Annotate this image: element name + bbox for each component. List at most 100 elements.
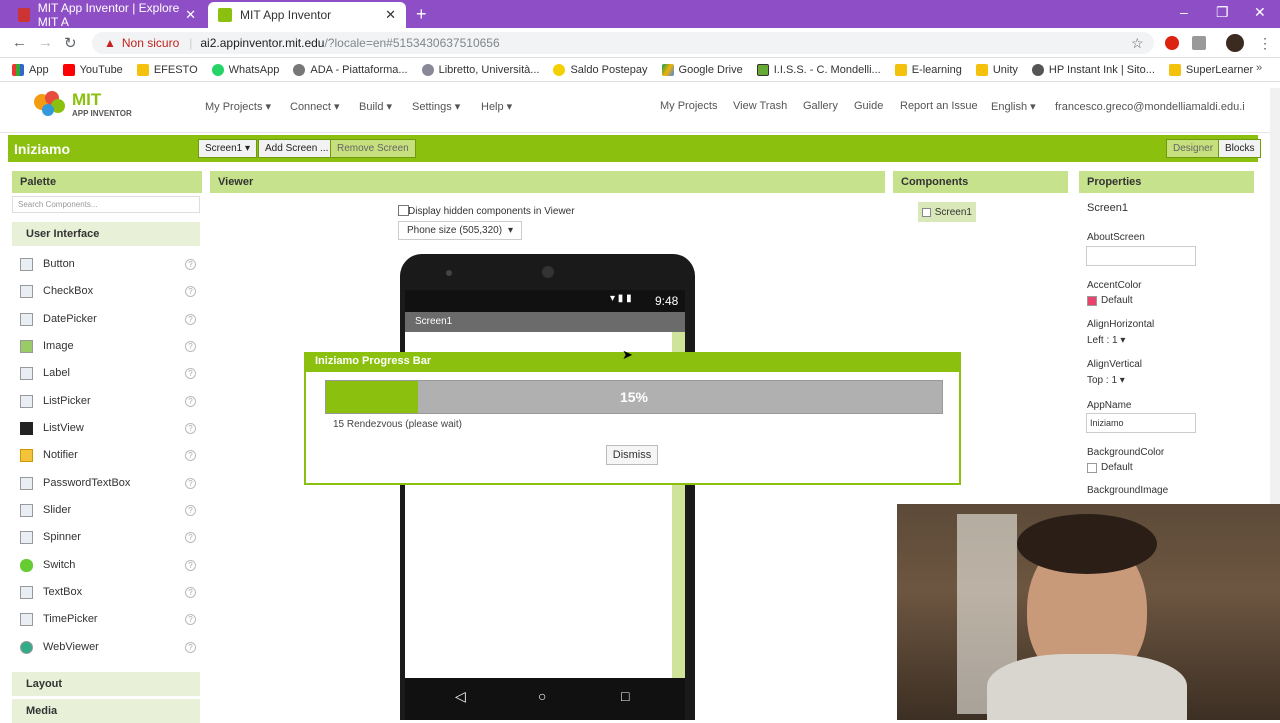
help-icon[interactable]: ?: [185, 422, 196, 434]
help-icon[interactable]: ?: [185, 395, 196, 407]
help-icon[interactable]: ?: [185, 559, 196, 571]
dismiss-button[interactable]: Dismiss: [606, 445, 658, 465]
bookmark-app[interactable]: App: [12, 63, 49, 76]
help-icon[interactable]: ?: [185, 367, 196, 379]
palette-item-switch[interactable]: Switch?: [20, 554, 196, 576]
palette-item-slider[interactable]: Slider?: [20, 499, 196, 521]
palette-item-label: TimePicker: [43, 613, 98, 625]
palette-item-passwordtextbox[interactable]: PasswordTextBox?: [20, 472, 196, 494]
add-screen-button[interactable]: Add Screen ...: [258, 139, 336, 158]
menu-settings[interactable]: Settings ▾: [412, 100, 460, 113]
phone-size-select[interactable]: Phone size (505,320) ▾: [398, 221, 522, 240]
palette-item-timepicker[interactable]: TimePicker?: [20, 608, 196, 630]
tree-item-screen1[interactable]: Screen1: [918, 202, 976, 222]
help-icon[interactable]: ?: [185, 477, 196, 489]
prop-accent-value[interactable]: Default: [1087, 295, 1133, 306]
extension-opera-icon[interactable]: [1165, 36, 1179, 50]
viewer-header: Viewer: [210, 171, 885, 193]
palette-item-datepicker[interactable]: DatePicker?: [20, 308, 196, 330]
bookmark-libretto[interactable]: Libretto, Università...: [421, 63, 539, 76]
recents-square-icon: □: [621, 688, 630, 704]
bookmark-whatsapp[interactable]: WhatsApp: [211, 63, 279, 76]
minimize-icon[interactable]: –: [1180, 4, 1188, 20]
bookmark-iiss[interactable]: I.I.S.S. - C. Mondelli...: [756, 63, 881, 76]
palette-item-textbox[interactable]: TextBox?: [20, 581, 196, 603]
close-window-icon[interactable]: ✕: [1254, 4, 1266, 21]
palette-item-label[interactable]: Label?: [20, 362, 196, 384]
link-guide[interactable]: Guide: [854, 100, 883, 112]
prop-alignv-select[interactable]: Top : 1 ▾: [1087, 375, 1125, 386]
help-icon[interactable]: ?: [185, 258, 196, 270]
bookmark-efesto[interactable]: EFESTO: [136, 63, 198, 76]
language-menu[interactable]: English ▾: [991, 100, 1036, 113]
help-icon[interactable]: ?: [185, 449, 196, 461]
close-tab-icon[interactable]: ✕: [185, 7, 196, 23]
link-view-trash[interactable]: View Trash: [733, 100, 787, 112]
back-icon[interactable]: ←: [12, 34, 27, 51]
password-icon: [20, 476, 33, 490]
prop-alignh-select[interactable]: Left : 1 ▾: [1087, 335, 1125, 346]
security-label: Non sicuro: [121, 36, 180, 50]
bookmark-unity[interactable]: Unity: [975, 63, 1018, 76]
palette-item-listpicker[interactable]: ListPicker?: [20, 390, 196, 412]
url-bar[interactable]: ▲ Non sicuro | ai2.appinventor.mit.edu /…: [92, 32, 1154, 54]
extension-icon[interactable]: [1192, 36, 1206, 50]
mit-logo-icon[interactable]: [30, 88, 70, 118]
prop-bgcolor-value[interactable]: Default: [1087, 462, 1133, 473]
profile-avatar[interactable]: [1226, 34, 1244, 52]
account-menu[interactable]: francesco.greco@mondelliamaldi.edu.it ▾: [1055, 100, 1245, 113]
section-user-interface[interactable]: User Interface: [12, 222, 200, 246]
help-icon[interactable]: ?: [185, 531, 196, 543]
palette-item-checkbox[interactable]: CheckBox?: [20, 280, 196, 302]
palette-item-spinner[interactable]: Spinner?: [20, 526, 196, 548]
bookmark-postepay[interactable]: Saldo Postepay: [553, 63, 648, 76]
help-icon[interactable]: ?: [185, 613, 196, 625]
link-gallery[interactable]: Gallery: [803, 100, 838, 112]
help-icon[interactable]: ?: [185, 313, 196, 325]
blocks-button[interactable]: Blocks: [1218, 139, 1262, 158]
palette-item-image[interactable]: Image?: [20, 335, 196, 357]
menu-connect[interactable]: Connect ▾: [290, 100, 340, 113]
mouse-cursor-icon: ➤: [622, 347, 633, 362]
tab-explore[interactable]: MIT App Inventor | Explore MIT A ✕: [8, 1, 206, 29]
bookmark-ada[interactable]: ADA - Piattaforma...: [293, 63, 408, 76]
palette-item-webviewer[interactable]: WebViewer?: [20, 636, 196, 658]
help-icon[interactable]: ?: [185, 641, 196, 653]
bookmark-hp[interactable]: HP Instant Ink | Sito...: [1031, 63, 1155, 76]
bookmarks-overflow-icon[interactable]: »: [1256, 62, 1262, 74]
restore-icon[interactable]: ❐: [1216, 4, 1229, 21]
bookmark-youtube[interactable]: YouTube: [62, 63, 123, 76]
link-report-issue[interactable]: Report an Issue: [900, 100, 978, 112]
link-my-projects[interactable]: My Projects: [660, 100, 717, 112]
section-media[interactable]: Media: [12, 699, 200, 723]
menu-kebab-icon[interactable]: ⋮: [1258, 35, 1272, 52]
star-icon[interactable]: ☆: [1131, 35, 1144, 52]
palette-item-listview[interactable]: ListView?: [20, 417, 196, 439]
bookmark-elearning[interactable]: E-learning: [894, 63, 962, 76]
help-icon[interactable]: ?: [185, 504, 196, 516]
phone-size-value: Phone size (505,320): [407, 225, 503, 236]
new-tab-icon[interactable]: +: [416, 4, 427, 25]
prop-appname-input[interactable]: Iniziamo: [1086, 413, 1196, 433]
close-tab-icon[interactable]: ✕: [385, 7, 396, 23]
menu-build[interactable]: Build ▾: [359, 100, 392, 113]
palette-item-notifier[interactable]: Notifier?: [20, 444, 196, 466]
postepay-icon: [553, 63, 566, 76]
prop-about-input[interactable]: [1086, 246, 1196, 266]
menu-help[interactable]: Help ▾: [481, 100, 512, 113]
palette-search-input[interactable]: Search Components...: [12, 196, 200, 213]
bookmark-drive[interactable]: Google Drive: [661, 63, 743, 76]
section-layout[interactable]: Layout: [12, 672, 200, 696]
tab-app-inventor[interactable]: MIT App Inventor ✕: [208, 2, 406, 28]
help-icon[interactable]: ?: [185, 586, 196, 598]
menu-my-projects[interactable]: My Projects ▾: [205, 100, 271, 113]
help-icon[interactable]: ?: [185, 285, 196, 297]
screen-select[interactable]: Screen1 ▾: [198, 139, 258, 158]
designer-button[interactable]: Designer: [1166, 139, 1221, 158]
forward-icon[interactable]: →: [38, 34, 53, 51]
bookmark-superlearner[interactable]: SuperLearner: [1168, 63, 1253, 76]
remove-screen-button[interactable]: Remove Screen: [330, 139, 416, 158]
palette-item-button[interactable]: Button?: [20, 253, 196, 275]
reload-icon[interactable]: ↻: [64, 34, 77, 52]
help-icon[interactable]: ?: [185, 340, 196, 352]
